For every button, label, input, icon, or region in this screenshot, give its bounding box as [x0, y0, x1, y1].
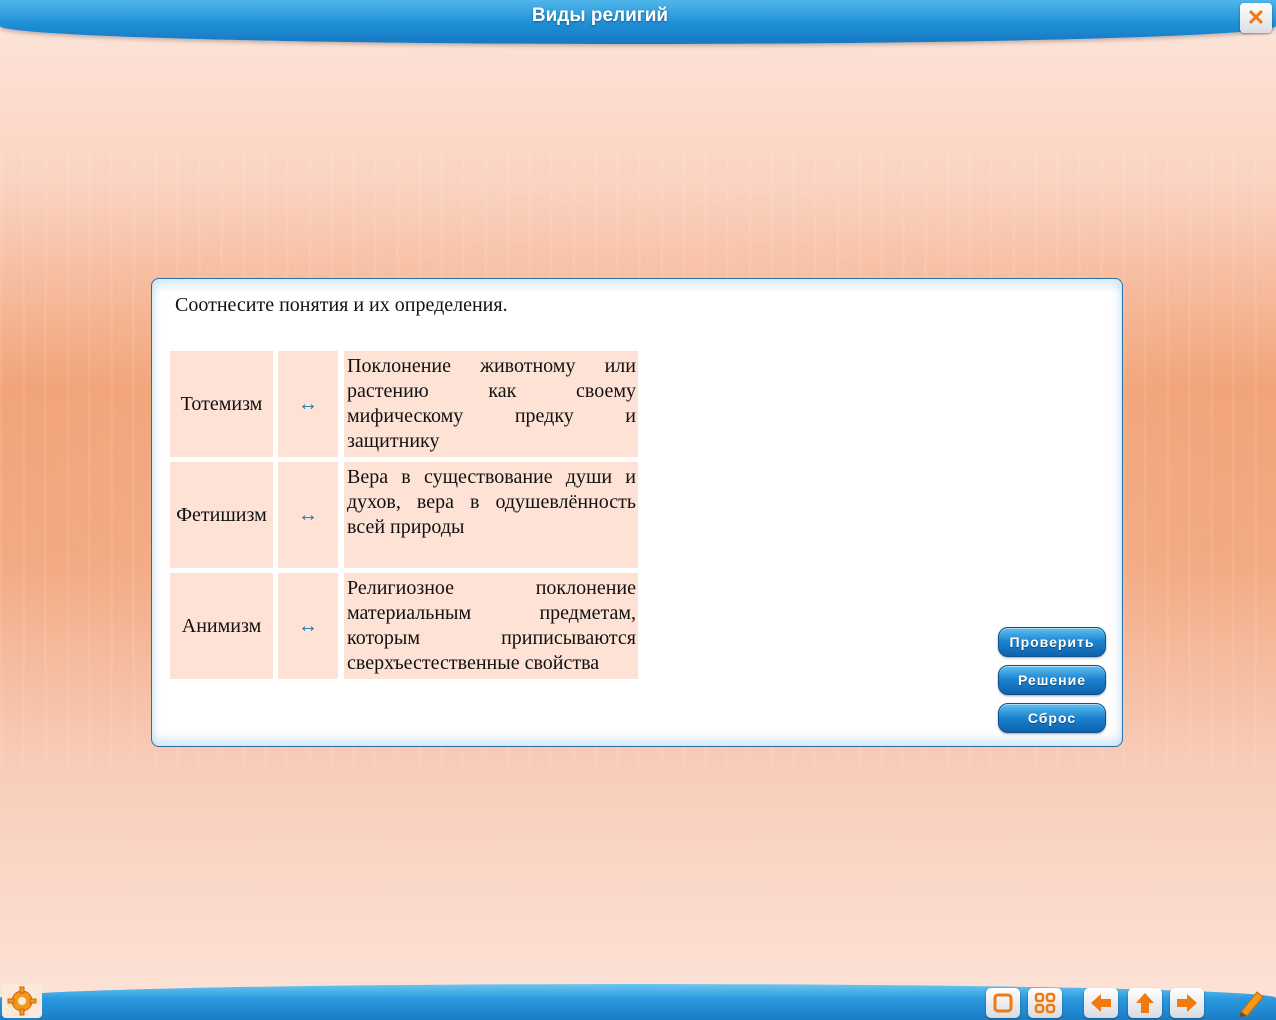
- arrow-up-icon: [1136, 993, 1154, 1013]
- reset-button[interactable]: Сброс: [998, 703, 1106, 733]
- close-button[interactable]: ✕: [1240, 3, 1272, 33]
- term-cell[interactable]: Фетишизм: [170, 462, 273, 568]
- definition-cell[interactable]: Вера в существование души и духов, вера …: [344, 462, 638, 568]
- settings-button[interactable]: [2, 984, 42, 1018]
- grid-button[interactable]: [1028, 988, 1062, 1018]
- pencil-icon: [1239, 991, 1264, 1017]
- square-icon: [993, 993, 1013, 1013]
- definition-text: Вера в существование души и духов, вера …: [347, 466, 636, 538]
- definition-text: Религиозное поклонение материальным пред…: [347, 577, 636, 674]
- window-button[interactable]: [986, 988, 1020, 1018]
- gear-icon: [7, 986, 37, 1016]
- header-bar: Виды религий ✕: [0, 0, 1276, 44]
- solution-button[interactable]: Решение: [998, 665, 1106, 695]
- check-button[interactable]: Проверить: [998, 627, 1106, 657]
- page-title: Виды религий: [531, 5, 669, 26]
- double-arrow-icon: ↔: [278, 351, 338, 457]
- exercise-panel: Соотнесите понятия и их определения. Тот…: [151, 278, 1123, 747]
- matching-table: Тотемизм ↔ Поклонение животному или раст…: [170, 351, 638, 684]
- table-row: Тотемизм ↔ Поклонение животному или раст…: [170, 351, 638, 457]
- definition-cell[interactable]: Поклонение животному или растению как св…: [344, 351, 638, 457]
- arrow-left-icon: [1091, 994, 1111, 1012]
- close-icon: ✕: [1246, 5, 1266, 30]
- definition-cell[interactable]: Религиозное поклонение материальным пред…: [344, 573, 638, 679]
- pencil-button[interactable]: [1234, 988, 1268, 1018]
- term-cell[interactable]: Анимизм: [170, 573, 273, 679]
- grid-icon: [1034, 992, 1056, 1014]
- action-buttons: Проверить Решение Сброс: [998, 627, 1106, 741]
- back-button[interactable]: [1084, 988, 1118, 1018]
- instruction-text: Соотнесите понятия и их определения.: [175, 294, 508, 316]
- double-arrow-icon: ↔: [278, 462, 338, 568]
- term-cell[interactable]: Тотемизм: [170, 351, 273, 457]
- definition-text: Поклонение животному или растению как св…: [347, 355, 636, 452]
- arrow-right-icon: [1177, 994, 1197, 1012]
- forward-button[interactable]: [1170, 988, 1204, 1018]
- up-button[interactable]: [1128, 988, 1162, 1018]
- table-row: Фетишизм ↔ Вера в существование души и д…: [170, 462, 638, 568]
- table-row: Анимизм ↔ Религиозное поклонение материа…: [170, 573, 638, 679]
- double-arrow-icon: ↔: [278, 573, 338, 679]
